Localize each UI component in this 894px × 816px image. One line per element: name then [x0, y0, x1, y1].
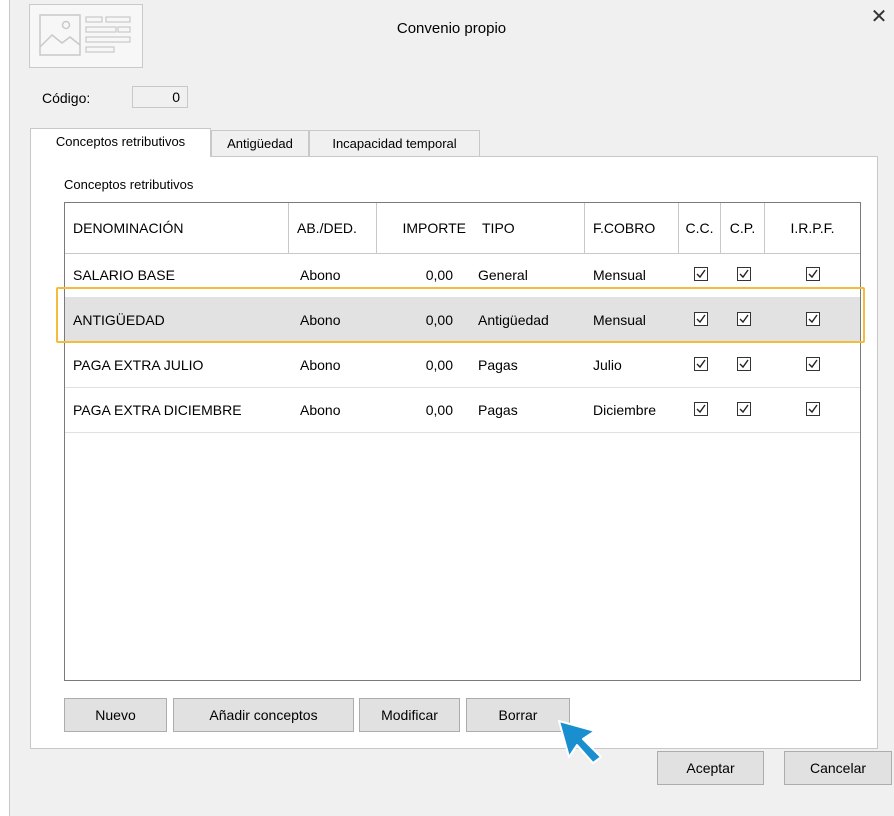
cell-importe: 0,00: [425, 402, 453, 418]
aceptar-button[interactable]: Aceptar: [657, 751, 764, 785]
anadir-conceptos-button[interactable]: Añadir conceptos: [173, 698, 354, 732]
codigo-input[interactable]: [132, 86, 188, 108]
column-header-irpf[interactable]: I.R.P.F.: [765, 203, 860, 253]
cc-checkbox[interactable]: [694, 402, 708, 416]
column-header-importe[interactable]: IMPORTE: [377, 203, 474, 253]
cp-checkbox[interactable]: [737, 357, 751, 371]
irpf-checkbox[interactable]: [806, 357, 820, 371]
column-header-cp[interactable]: C.P.: [721, 203, 765, 253]
cc-checkbox[interactable]: [694, 267, 708, 281]
column-header-denominacion[interactable]: DENOMINACIÓN: [65, 203, 289, 253]
cp-checkbox[interactable]: [737, 402, 751, 416]
column-header-ab-ded[interactable]: AB./DED.: [289, 203, 377, 253]
table-row[interactable]: PAGA EXTRA DICIEMBRE Abono 0,00 Pagas Diciem…: [65, 388, 860, 433]
column-header-f-cobro[interactable]: F.COBRO: [585, 203, 679, 253]
panel-label: Conceptos retributivos: [64, 177, 194, 192]
tab-incapacidad-temporal[interactable]: Incapacidad temporal: [309, 130, 480, 156]
arrow-cursor-icon: [555, 717, 607, 768]
cell-tipo: Pagas: [478, 402, 518, 418]
cell-f-cobro: Julio: [593, 357, 622, 373]
irpf-checkbox[interactable]: [806, 267, 820, 281]
row-highlight-frame: [56, 287, 865, 343]
cell-f-cobro: Diciembre: [593, 402, 657, 418]
irpf-checkbox[interactable]: [806, 402, 820, 416]
tab-conceptos-retributivos[interactable]: Conceptos retributivos: [30, 128, 211, 157]
window-title: Convenio propio: [396, 20, 507, 37]
modificar-button[interactable]: Modificar: [359, 698, 460, 732]
tab-antiguedad[interactable]: Antigüedad: [211, 130, 309, 156]
nuevo-button[interactable]: Nuevo: [64, 698, 167, 732]
cell-importe: 0,00: [425, 357, 453, 373]
codigo-label: Código:: [42, 90, 91, 106]
cancelar-button[interactable]: Cancelar: [784, 751, 892, 785]
table-header: DENOMINACIÓN AB./DED. IMPORTE TIPO F.COB…: [65, 203, 860, 254]
conceptos-table: DENOMINACIÓN AB./DED. IMPORTE TIPO F.COB…: [64, 202, 861, 681]
cp-checkbox[interactable]: [737, 267, 751, 281]
close-icon[interactable]: ✕: [868, 6, 890, 28]
table-row[interactable]: PAGA EXTRA JULIO Abono 0,00 Pagas Julio: [65, 343, 860, 388]
column-header-cc[interactable]: C.C.: [679, 203, 721, 253]
column-header-tipo[interactable]: TIPO: [474, 203, 585, 253]
cc-checkbox[interactable]: [694, 357, 708, 371]
cell-tipo: Pagas: [478, 357, 518, 373]
